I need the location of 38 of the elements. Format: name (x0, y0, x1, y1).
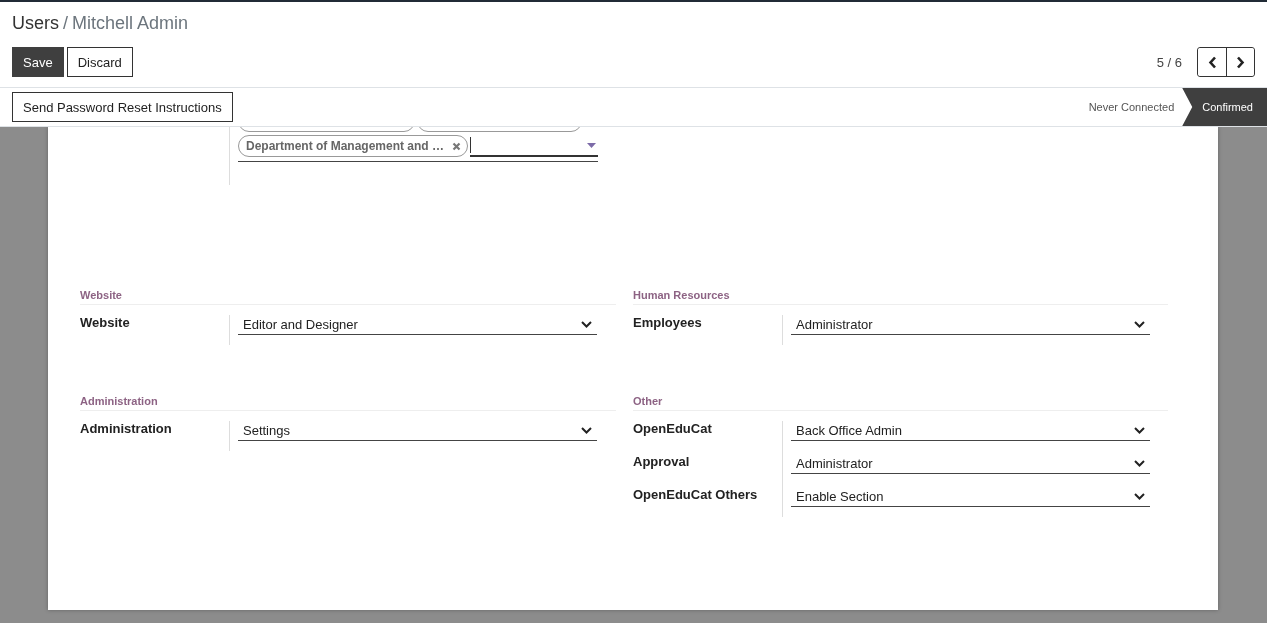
select-field[interactable]: Administrator (791, 315, 1150, 335)
input-field[interactable] (470, 135, 598, 157)
pager-counter: 5 / 6 (1156, 54, 1182, 70)
reset-password-button[interactable]: Send Password Reset Instructions (12, 92, 233, 122)
chevron-down-icon (1134, 493, 1145, 500)
next-button[interactable] (1226, 48, 1254, 76)
select-field[interactable]: Settings (238, 421, 597, 441)
chevron-down-icon (581, 321, 592, 328)
select-field[interactable]: Enable Section (791, 487, 1150, 507)
status-step[interactable]: Never Connected (1068, 88, 1185, 126)
field-label: OpenEduCat (633, 421, 713, 438)
chevron-down-icon (1134, 427, 1145, 434)
field-label: OpenEduCat Others (633, 487, 759, 504)
section-title: Other (633, 395, 1168, 411)
tag-label: Department of Management and … (246, 139, 445, 153)
chevron-left-icon (1207, 55, 1217, 69)
chevron-down-icon (1134, 321, 1145, 328)
section-title: Human Resources (633, 289, 1168, 305)
section-title: Website (80, 289, 616, 305)
status-step[interactable]: Confirmed (1182, 88, 1267, 126)
dropdown-caret-icon (587, 142, 596, 148)
chevron-right-icon (1236, 55, 1245, 69)
chevron-down-icon (1134, 460, 1145, 467)
field-label: Administration (80, 421, 173, 438)
breadcrumb-item: Mitchell Admin (72, 12, 189, 34)
select-field[interactable]: Editor and Designer (238, 315, 597, 335)
field-label: Approval (633, 454, 691, 471)
breadcrumb-separator: / (63, 12, 69, 34)
remove-icon[interactable] (452, 141, 462, 151)
breadcrumb-item[interactable]: Users (12, 12, 59, 34)
section-title: Administration (80, 395, 616, 411)
discard-button[interactable]: Discard (66, 47, 133, 77)
field-label: Website (80, 315, 131, 332)
chevron-down-icon (581, 427, 592, 434)
select-field[interactable]: Administrator (791, 454, 1150, 474)
field-label: Employees (633, 315, 703, 332)
save-button[interactable]: Save (12, 47, 64, 77)
select-field[interactable]: Back Office Admin (791, 421, 1150, 441)
